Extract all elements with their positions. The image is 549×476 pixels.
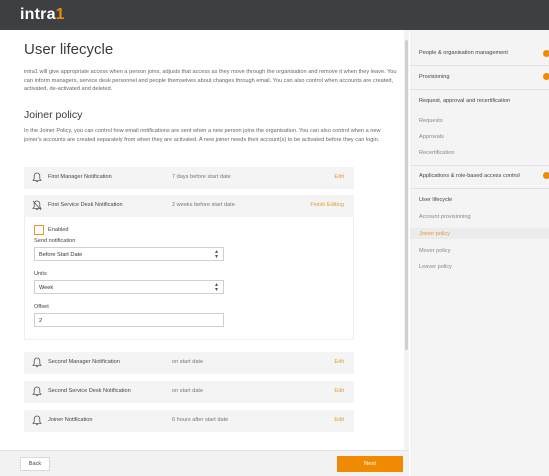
notification-first-manager: First Manager Notification 7 days before… bbox=[24, 167, 354, 189]
notification-joiner: Joiner Notification 6 hours after start … bbox=[24, 410, 354, 432]
send-notification-select[interactable]: Before Start Date ▴ ▾ bbox=[34, 247, 224, 261]
back-button[interactable]: Back bbox=[20, 457, 50, 471]
notification-title: Second Manager Notification bbox=[48, 359, 120, 365]
notification-timing: on start date bbox=[172, 359, 204, 365]
notification-title: Second Service Desk Notification bbox=[48, 388, 131, 394]
notification-timing: on start date bbox=[172, 388, 204, 394]
status-dot bbox=[543, 172, 549, 179]
logo-text: intra bbox=[20, 6, 56, 23]
updown-arrows-icon: ▴ ▾ bbox=[214, 249, 218, 260]
bell-icon bbox=[32, 415, 42, 426]
sidebar-item-mover-policy[interactable]: Mover policy bbox=[419, 248, 450, 254]
sidebar: People & organisation management Provisi… bbox=[410, 30, 549, 476]
sidebar-item-user-lifecycle[interactable]: User lifecycle bbox=[419, 197, 452, 203]
offset-label: Offset bbox=[34, 304, 49, 310]
divider bbox=[410, 165, 549, 166]
notification-timing: 2 weeks before start date bbox=[172, 202, 235, 208]
edit-link[interactable]: Edit bbox=[334, 174, 344, 180]
select-value: Week bbox=[39, 285, 54, 291]
bell-icon bbox=[32, 357, 42, 368]
units-label: Units bbox=[34, 271, 47, 277]
sidebar-item-approvals[interactable]: Approvals bbox=[419, 134, 444, 140]
status-dot bbox=[543, 73, 549, 80]
input-value: 2 bbox=[39, 318, 43, 324]
bell-off-icon bbox=[32, 200, 42, 211]
sidebar-item-people-org[interactable]: People & organisation management bbox=[419, 50, 508, 56]
sidebar-item-requests[interactable]: Requests bbox=[419, 118, 443, 124]
notification-title: First Manager Notification bbox=[48, 174, 112, 180]
enabled-label: Enabled bbox=[48, 227, 69, 233]
logo-accent: 1 bbox=[55, 6, 65, 23]
scrollbar-thumb[interactable] bbox=[405, 40, 408, 350]
intra1-logo[interactable]: intra1 bbox=[20, 6, 65, 24]
notification-editor: Enabled Send notification Before Start D… bbox=[24, 217, 354, 340]
sidebar-item-account-provisioning[interactable]: Account provisioning bbox=[419, 214, 471, 220]
status-dot bbox=[543, 50, 549, 57]
edit-link[interactable]: Edit bbox=[334, 388, 344, 394]
divider bbox=[410, 89, 549, 90]
offset-input[interactable]: 2 bbox=[34, 313, 224, 327]
next-button[interactable]: Next bbox=[337, 456, 403, 472]
select-value: Before Start Date bbox=[39, 252, 83, 258]
top-bar: intra1 bbox=[0, 0, 549, 30]
section-title: Joiner policy bbox=[24, 109, 83, 121]
section-intro: In the Joiner Policy, you can control ho… bbox=[24, 128, 381, 143]
sidebar-item-recertification[interactable]: Recertification bbox=[419, 150, 454, 156]
sidebar-item-applications-rbac[interactable]: Applications & role-based access control bbox=[419, 173, 520, 179]
sidebar-item-request-approval[interactable]: Request, approval and recertification bbox=[419, 98, 510, 104]
sidebar-item-joiner-policy[interactable]: Joiner policy bbox=[419, 231, 450, 237]
page-intro: intra1 will give appropriate access when… bbox=[24, 69, 397, 93]
sidebar-item-provisioning[interactable]: Provisioning bbox=[419, 74, 449, 80]
finish-editing-link[interactable]: Finish Editing bbox=[310, 202, 344, 208]
edit-link[interactable]: Edit bbox=[334, 417, 344, 423]
notification-title: First Service Desk Notification bbox=[48, 202, 123, 208]
main-content: User lifecycle intra1 will give appropri… bbox=[0, 30, 409, 450]
send-notification-label: Send notification bbox=[34, 238, 76, 244]
enabled-checkbox[interactable] bbox=[34, 225, 44, 235]
notification-first-service-desk: First Service Desk Notification 2 weeks … bbox=[24, 195, 354, 217]
notification-second-service-desk: Second Service Desk Notification on star… bbox=[24, 381, 354, 403]
sidebar-item-leaver-policy[interactable]: Leaver policy bbox=[419, 264, 452, 270]
page-title: User lifecycle bbox=[24, 41, 114, 58]
footer-bar: Back Next bbox=[0, 450, 409, 476]
units-select[interactable]: Week ▴ ▾ bbox=[34, 280, 224, 294]
notification-title: Joiner Notification bbox=[48, 417, 93, 423]
updown-arrows-icon: ▴ ▾ bbox=[214, 282, 218, 293]
notification-timing: 7 days before start date bbox=[172, 174, 231, 180]
bell-icon bbox=[32, 386, 42, 397]
bell-icon bbox=[32, 172, 42, 183]
divider bbox=[410, 188, 549, 189]
notification-timing: 6 hours after start date bbox=[172, 417, 229, 423]
edit-link[interactable]: Edit bbox=[334, 359, 344, 365]
divider bbox=[410, 65, 549, 66]
notification-second-manager: Second Manager Notification on start dat… bbox=[24, 352, 354, 374]
